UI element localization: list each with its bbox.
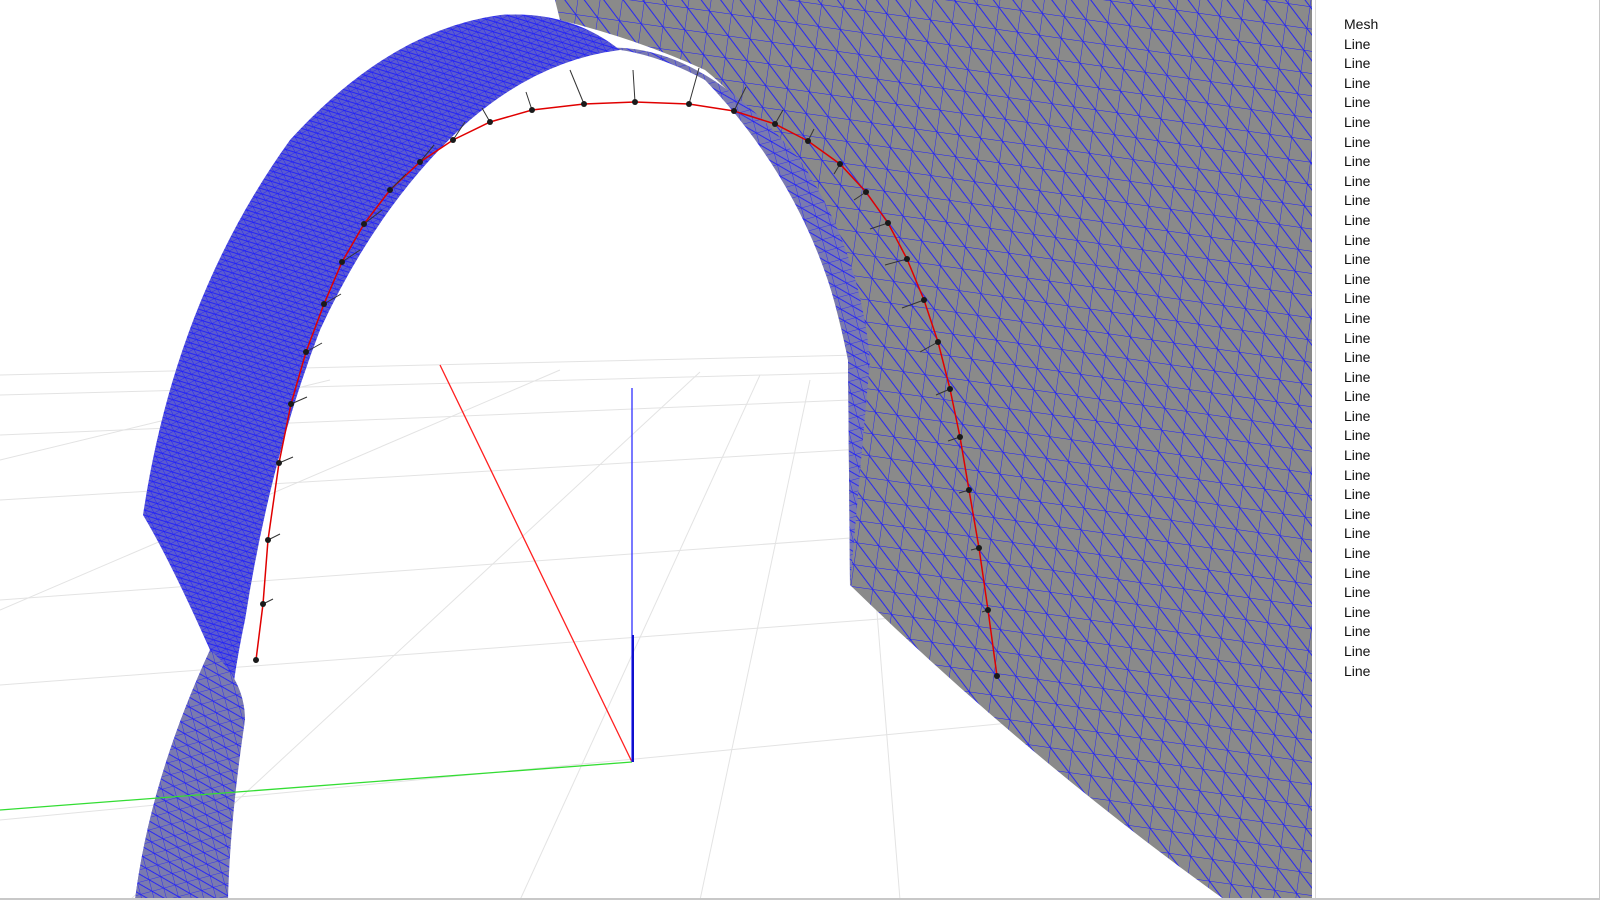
curve-point <box>265 537 271 543</box>
scene-item-line[interactable]: Line <box>1344 426 1378 446</box>
scene-item-line[interactable]: Line <box>1344 231 1378 251</box>
scene-item-line[interactable]: Line <box>1344 172 1378 192</box>
curve-point <box>921 297 927 303</box>
scene-item-line[interactable]: Line <box>1344 348 1378 368</box>
curve-point <box>450 137 456 143</box>
scene-item-line[interactable]: Line <box>1344 289 1378 309</box>
curve-point <box>805 138 811 144</box>
grid-line <box>0 354 861 376</box>
scene-item-line[interactable]: Line <box>1344 603 1378 623</box>
scene-item-line[interactable]: Line <box>1344 250 1378 270</box>
curve-point <box>303 349 309 355</box>
curve-point <box>339 259 345 265</box>
scene-item-line[interactable]: Line <box>1344 485 1378 505</box>
scene-item-line[interactable]: Line <box>1344 113 1378 133</box>
curve-point <box>321 301 327 307</box>
scene-item-line[interactable]: Line <box>1344 191 1378 211</box>
scene-item-line[interactable]: Line <box>1344 35 1378 55</box>
axis-y-line <box>0 761 633 811</box>
scene-item-line[interactable]: Line <box>1344 74 1378 94</box>
curve-point <box>529 107 535 113</box>
scene-item-line[interactable]: Line <box>1344 368 1378 388</box>
curve-point <box>966 487 972 493</box>
curve-point <box>947 386 953 392</box>
scene-object-list[interactable]: Mesh Line Line Line Line Line Line Line Line Line… <box>1344 15 1378 681</box>
scene-item-line[interactable]: Line <box>1344 387 1378 407</box>
scene-item-mesh[interactable]: Mesh <box>1344 15 1378 35</box>
scene-item-line[interactable]: Line <box>1344 466 1378 486</box>
scene-item-line[interactable]: Line <box>1344 544 1378 564</box>
curve-point <box>994 673 1000 679</box>
grid-line <box>519 374 761 900</box>
scene-object-panel[interactable]: Mesh Line Line Line Line Line Line Line Line Line… <box>1315 0 1600 900</box>
curve-point <box>487 119 493 125</box>
curve-point <box>686 101 692 107</box>
curve-point <box>837 161 843 167</box>
curve-point <box>976 545 982 551</box>
grid-line <box>0 397 901 436</box>
mesh-surface-left-leg <box>135 650 245 900</box>
axis-x-line <box>439 364 633 763</box>
curve-point <box>288 401 294 407</box>
curve-point <box>361 221 367 227</box>
curve-point <box>276 460 282 466</box>
curve-point <box>260 601 266 607</box>
scene-item-line[interactable]: Line <box>1344 505 1378 525</box>
scene-item-line[interactable]: Line <box>1344 407 1378 427</box>
scene-item-line[interactable]: Line <box>1344 152 1378 172</box>
curve-point <box>863 189 869 195</box>
3d-scene-canvas[interactable] <box>0 0 1312 900</box>
curve-point <box>417 159 423 165</box>
scene-item-line[interactable]: Line <box>1344 93 1378 113</box>
scene-item-line[interactable]: Line <box>1344 564 1378 584</box>
scene-item-line[interactable]: Line <box>1344 642 1378 662</box>
scene-item-line[interactable]: Line <box>1344 309 1378 329</box>
scene-item-line[interactable]: Line <box>1344 270 1378 290</box>
grid-line <box>0 371 881 396</box>
curve-point <box>731 108 737 114</box>
curve-point <box>581 101 587 107</box>
curve-point <box>253 657 259 663</box>
curve-point <box>885 220 891 226</box>
grid-line <box>0 529 961 601</box>
curve-point <box>387 187 393 193</box>
curve-point <box>935 339 941 345</box>
scene-item-line[interactable]: Line <box>1344 446 1378 466</box>
grid-line <box>0 609 1001 686</box>
curve-point <box>772 121 778 127</box>
normal-line <box>632 69 636 103</box>
scene-item-line[interactable]: Line <box>1344 524 1378 544</box>
curve-point <box>904 256 910 262</box>
curve-point <box>985 607 991 613</box>
scene-item-line[interactable]: Line <box>1344 662 1378 682</box>
curve-point <box>957 434 963 440</box>
scene-item-line[interactable]: Line <box>1344 583 1378 603</box>
mesh-surface-right <box>555 0 1312 900</box>
world-axes <box>0 364 634 811</box>
curve-point <box>632 99 638 105</box>
scene-item-line[interactable]: Line <box>1344 133 1378 153</box>
3d-viewport[interactable] <box>0 0 1312 900</box>
scene-item-line[interactable]: Line <box>1344 54 1378 74</box>
scene-item-line[interactable]: Line <box>1344 329 1378 349</box>
normal-line <box>569 69 585 105</box>
scene-item-line[interactable]: Line <box>1344 622 1378 642</box>
scene-item-line[interactable]: Line <box>1344 211 1378 231</box>
